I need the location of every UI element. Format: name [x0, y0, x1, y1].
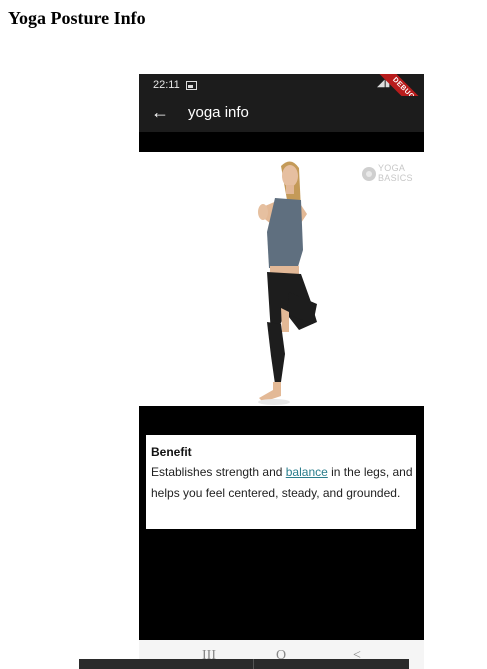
app-bar: ← yoga info	[139, 96, 424, 132]
bottom-toolbar-overlay	[79, 659, 409, 669]
gallery-icon	[186, 81, 197, 90]
yoga-pose-image: YOGA BASICS	[139, 152, 424, 406]
benefit-card: Benefit Establishes strength and balance…	[146, 435, 416, 529]
logo-line-2: BASICS	[378, 173, 413, 183]
benefit-title: Benefit	[151, 445, 192, 459]
logo-line-1: YOGA	[378, 163, 406, 173]
flower-icon	[362, 167, 376, 181]
yoga-basics-logo: YOGA BASICS	[361, 162, 419, 186]
app-bar-title: yoga info	[188, 104, 249, 121]
tree-pose-illustration	[258, 161, 317, 405]
balance-link[interactable]: balance	[286, 465, 328, 479]
benefit-description: Establishes strength and balance in the …	[151, 462, 416, 504]
toolbar-divider	[253, 659, 254, 669]
status-bar: 22:11 ◢▮ DEBUG	[139, 74, 424, 124]
back-arrow-icon[interactable]: ←	[151, 102, 169, 123]
page-title: Yoga Posture Info	[8, 8, 146, 28]
phone-screen: 22:11 ◢▮ DEBUG ← yoga info YOGA BASICS B…	[139, 74, 424, 640]
status-time: 22:11	[153, 79, 180, 91]
benefit-text-start: Establishes strength and	[151, 465, 286, 479]
